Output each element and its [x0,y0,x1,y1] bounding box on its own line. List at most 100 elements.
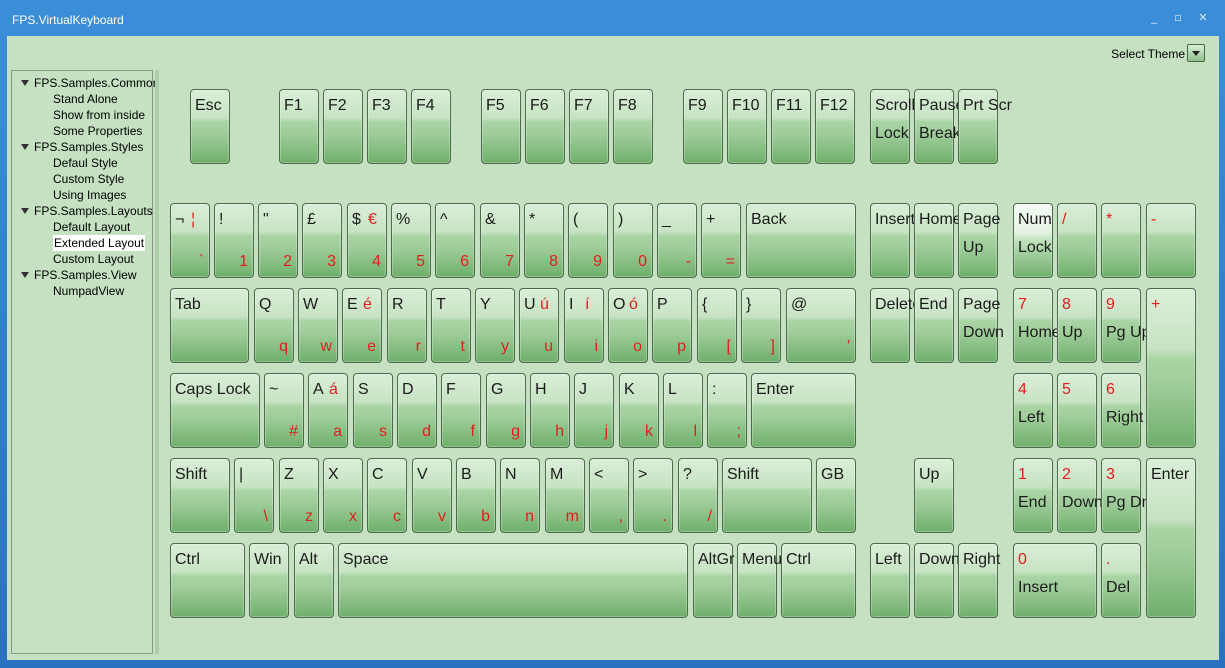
tree-item[interactable]: Defaul Style [53,155,118,171]
tree-group-item[interactable]: FPS.Samples.Common [34,75,159,91]
key-f8[interactable]: F8 [613,89,653,164]
key-enter[interactable]: Enter [751,373,856,448]
key-e[interactable]: Eé e [342,288,382,363]
key-back[interactable]: Back [746,203,856,278]
tree-item[interactable]: Show from inside [53,107,145,123]
tree-item[interactable]: Extended Layout [53,235,146,251]
key-gb[interactable]: GB [816,458,856,533]
maximize-button[interactable]: ▫ [1171,12,1185,24]
key-delete[interactable]: Delete [870,288,921,363]
key-c[interactable]: Cc [367,458,407,533]
key-win[interactable]: Win [249,543,289,618]
key-num-lock[interactable]: Num Lock [1013,203,1053,278]
key-np-mul[interactable]: * [1101,203,1141,278]
tree-item[interactable]: Custom Layout [53,251,134,267]
key-arrow-right[interactable]: Right [958,543,1000,618]
key-x[interactable]: Xx [323,458,363,533]
tree-item[interactable]: Using Images [53,187,126,203]
key-s[interactable]: Ss [353,373,393,448]
key-g[interactable]: Gg [486,373,526,448]
key-equals[interactable]: + = [701,203,741,278]
key-f11[interactable]: F11 [771,89,811,164]
key-rshift[interactable]: Shift [722,458,812,533]
key-minus[interactable]: _ - [657,203,697,278]
key-f1[interactable]: F1 [279,89,319,164]
key-p[interactable]: Pp [652,288,692,363]
key-np9[interactable]: 9 Pg Up [1101,288,1150,363]
key-d7[interactable]: & 7 [480,203,520,278]
key-caps-lock[interactable]: Caps Lock [170,373,260,448]
key-colon[interactable]: :; [707,373,747,448]
key-d9[interactable]: (9 [568,203,608,278]
key-np-add[interactable]: + [1146,288,1196,448]
key-f9[interactable]: F9 [683,89,723,164]
key-np3[interactable]: 3 Pg Dn [1101,458,1150,533]
key-tilde[interactable]: ~ # [264,373,304,448]
splitter[interactable] [155,70,159,654]
key-np0[interactable]: 0 Insert [1013,543,1097,618]
key-space[interactable]: Space [338,543,688,618]
tree-group-item[interactable]: FPS.Samples.View [34,267,137,283]
key-at[interactable]: @ ' [786,288,856,363]
key-o[interactable]: Oó o [608,288,648,363]
key-d5[interactable]: % 5 [391,203,431,278]
key-t[interactable]: Tt [431,288,471,363]
key-lbrace[interactable]: {[ [697,288,737,363]
key-d2[interactable]: " 2 [258,203,298,278]
key-insert[interactable]: Insert [870,203,915,278]
key-h[interactable]: Hh [530,373,570,448]
key-d0[interactable]: ) 0 [613,203,653,278]
tree-item[interactable]: Custom Style [53,171,124,187]
key-np2[interactable]: 2 Down [1057,458,1103,533]
key-np-enter[interactable]: Enter [1146,458,1196,618]
key-z[interactable]: Zz [279,458,319,533]
expand-arrow-icon[interactable] [21,144,29,150]
key-np1[interactable]: 1 End [1013,458,1053,533]
key-altgr[interactable]: AltGr [693,543,734,618]
key-np-div[interactable]: / [1057,203,1097,278]
key-f10[interactable]: F10 [727,89,767,164]
close-button[interactable]: ✕ [1196,12,1210,24]
key-d6[interactable]: ^ 6 [435,203,475,278]
key-lt[interactable]: <, [589,458,629,533]
key-a[interactable]: Aá a [308,373,348,448]
key-j[interactable]: Jj [574,373,614,448]
key-prt-scr[interactable]: Prt Scr [958,89,1012,164]
key-rctrl[interactable]: Ctrl [781,543,856,618]
key-question[interactable]: ? / [678,458,718,533]
key-lshift[interactable]: Shift [170,458,230,533]
key-end[interactable]: End [914,288,954,363]
key-u[interactable]: Uú u [519,288,559,363]
key-np4[interactable]: 4 Left [1013,373,1053,448]
key-d1[interactable]: ! 1 [214,203,254,278]
key-pipe[interactable]: | \ [234,458,274,533]
key-esc[interactable]: Esc [190,89,230,164]
key-f3[interactable]: F3 [367,89,407,164]
key-d[interactable]: Dd [397,373,437,448]
key-f4[interactable]: F4 [411,89,451,164]
key-tab[interactable]: Tab [170,288,249,363]
minimize-button[interactable]: _ [1147,12,1161,24]
key-m[interactable]: Mm [545,458,585,533]
key-n[interactable]: Nn [500,458,540,533]
tree-group-item[interactable]: FPS.Samples.Styles [34,139,143,155]
expand-arrow-icon[interactable] [21,272,29,278]
key-f7[interactable]: F7 [569,89,609,164]
key-f5[interactable]: F5 [481,89,521,164]
key-rbrace[interactable]: }] [741,288,781,363]
key-scroll-lock[interactable]: Scroll Lock [870,89,915,164]
tree-group-item[interactable]: FPS.Samples.Layouts [34,203,153,219]
theme-dropdown-button[interactable] [1187,44,1205,62]
key-w[interactable]: Ww [298,288,338,363]
key-np6[interactable]: 6 Right [1101,373,1143,448]
key-y[interactable]: Yy [475,288,515,363]
key-b[interactable]: Bb [456,458,496,533]
key-l[interactable]: Ll [663,373,703,448]
key-f[interactable]: Ff [441,373,481,448]
key-q[interactable]: Qq [254,288,294,363]
key-pause-break[interactable]: Pause Break [914,89,964,164]
key-lctrl[interactable]: Ctrl [170,543,245,618]
tree-item[interactable]: NumpadView [53,283,124,299]
key-np8[interactable]: 8 Up [1057,288,1097,363]
key-np-dec[interactable]: . Del [1101,543,1141,618]
